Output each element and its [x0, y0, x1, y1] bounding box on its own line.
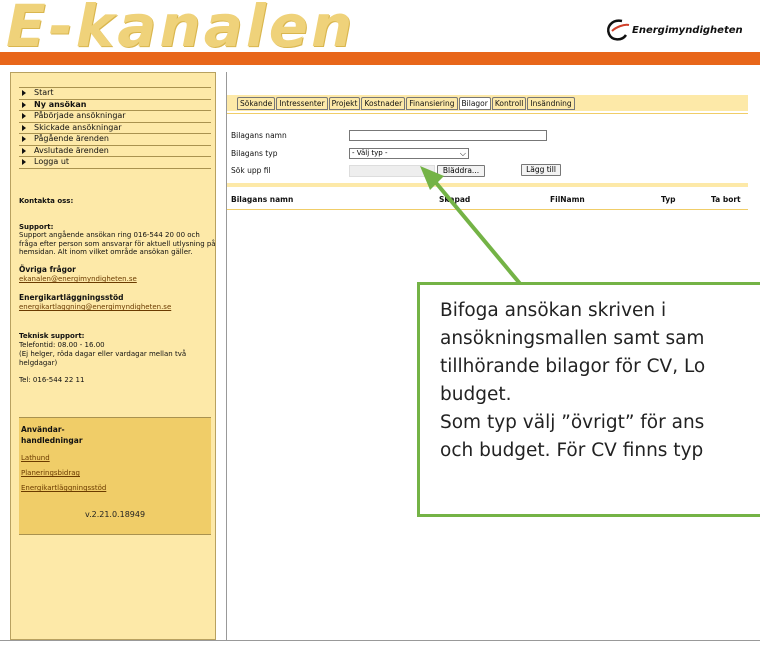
mapping-support-heading: Energikartläggningsstöd — [19, 293, 124, 302]
manual-link-lathund[interactable]: Lathund — [21, 454, 219, 463]
caret-right-icon — [22, 101, 26, 108]
support-text: Support angående ansökan ring 016-544 20… — [19, 231, 216, 256]
attachment-name-input[interactable] — [349, 130, 547, 141]
tab-kontroll[interactable]: Kontroll — [491, 97, 527, 110]
column-header-filename: FilNamn — [550, 195, 585, 204]
sidebar-nav-item[interactable]: Ny ansökan — [19, 98, 211, 111]
header-gap — [0, 65, 760, 72]
sidebar-nav-item[interactable]: Start — [19, 87, 211, 99]
mapping-support-email-link[interactable]: energikartlaggning@energimyndigheten.se — [19, 303, 217, 312]
attachment-type-select[interactable]: - Välj typ - ⌵ — [349, 148, 469, 159]
sidebar-nav-label: Påbörjade ansökningar — [34, 111, 126, 121]
sidebar-nav-item[interactable]: Påbörjade ansökningar — [19, 110, 211, 122]
other-questions-heading: Övriga frågor — [19, 265, 76, 274]
column-header-delete: Ta bort — [711, 195, 741, 204]
tech-support-hours: Telefontid: 08.00 - 16.00 — [19, 341, 105, 349]
add-attachment-button[interactable]: Lägg till — [521, 164, 561, 176]
tech-support-note: (Ej helger, röda dagar eller vardagar me… — [19, 350, 187, 367]
version-label: v.2.21.0.18949 — [84, 510, 146, 519]
header: E-kanalen Energimyndigheten — [0, 0, 760, 52]
tab-projekt[interactable]: Projekt — [328, 97, 361, 110]
tab-insandning[interactable]: Insändning — [527, 97, 575, 110]
tab-underline — [227, 113, 748, 114]
table-divider — [227, 209, 748, 210]
user-manuals-box: Användar- handledningar Lathund Planerin… — [19, 417, 211, 535]
sidebar-nav-label: Start — [34, 88, 54, 98]
attachments-table-header: Bilagans namn Skapad FilNamn Typ Ta bort — [227, 193, 748, 206]
tab-sokande[interactable]: Sökande — [237, 97, 276, 110]
file-path-field[interactable] — [349, 165, 435, 177]
attachment-name-label: Bilagans namn — [231, 131, 287, 140]
form-separator — [227, 183, 748, 187]
user-manuals-heading: Användar- handledningar — [21, 425, 83, 445]
sidebar-nav-label: Avslutade ärenden — [34, 145, 109, 155]
tech-support-heading: Teknisk support: — [19, 332, 85, 340]
caret-right-icon — [22, 147, 26, 154]
browse-button[interactable]: Bläddra... — [437, 165, 485, 177]
sidebar-nav-label: Skickade ansökningar — [34, 122, 122, 132]
tabs: Sökande Intressenter Projekt Kostnader Finan… — [237, 97, 576, 110]
app-logo[interactable]: E-kanalen — [6, 0, 355, 52]
contact-heading: Kontakta oss: — [19, 197, 74, 205]
agency-name: Energimyndigheten — [632, 24, 743, 36]
tab-bar: Sökande Intressenter Projekt Kostnader Finan… — [227, 95, 748, 111]
tab-finansiering[interactable]: Finansiering — [406, 97, 458, 110]
sidebar-nav-label: Ny ansökan — [34, 99, 87, 109]
file-upload-label: Sök upp fil — [231, 166, 271, 175]
caret-right-icon — [22, 124, 26, 131]
sidebar-nav-label: Logga ut — [34, 157, 70, 167]
sidebar-nav-label: Pågående ärenden — [34, 134, 109, 144]
column-header-name: Bilagans namn — [231, 195, 294, 204]
caret-right-icon — [22, 113, 26, 120]
other-questions-email-link[interactable]: ekanalen@energimyndigheten.se — [19, 275, 217, 284]
sidebar-nav-item[interactable]: Avslutade ärenden — [19, 144, 211, 157]
agency-swoosh-icon — [607, 19, 630, 41]
sidebar-nav-item[interactable]: Logga ut — [19, 156, 211, 169]
page-bottom-line — [0, 640, 760, 641]
instruction-callout-text: Bifoga ansökan skriven i ansökningsmalle… — [440, 300, 706, 461]
caret-right-icon — [22, 159, 26, 166]
attachment-type-value: - Välj typ - — [352, 149, 388, 157]
sidebar-nav-item[interactable]: Pågående ärenden — [19, 133, 211, 145]
chevron-down-icon: ⌵ — [459, 149, 466, 158]
caret-right-icon — [22, 90, 26, 97]
tech-support-phone: Tel: 016-544 22 11 — [19, 376, 85, 384]
manual-link-planeringsbidrag[interactable]: Planeringsbidrag — [21, 469, 219, 478]
agency-logo: Energimyndigheten — [604, 16, 743, 44]
tab-bilagor[interactable]: Bilagor — [458, 97, 491, 110]
manual-link-energikartlaggningsstod[interactable]: Energikartläggningsstöd — [21, 484, 219, 493]
column-header-created: Skapad — [439, 195, 471, 204]
sidebar-nav: Start Ny ansökan Påbörjade ansökningar Skic… — [19, 87, 211, 169]
instruction-callout: Bifoga ansökan skriven i ansökningsmalle… — [417, 282, 760, 517]
column-header-type: Typ — [661, 195, 676, 204]
sidebar-nav-item[interactable]: Skickade ansökningar — [19, 121, 211, 134]
attachment-type-label: Bilagans typ — [231, 149, 278, 158]
header-accent-bar — [0, 52, 760, 65]
sidebar: Start Ny ansökan Påbörjade ansökningar Skic… — [10, 72, 216, 640]
tab-intressenter[interactable]: Intressenter — [276, 97, 328, 110]
tab-kostnader[interactable]: Kostnader — [361, 97, 406, 110]
caret-right-icon — [22, 136, 26, 143]
